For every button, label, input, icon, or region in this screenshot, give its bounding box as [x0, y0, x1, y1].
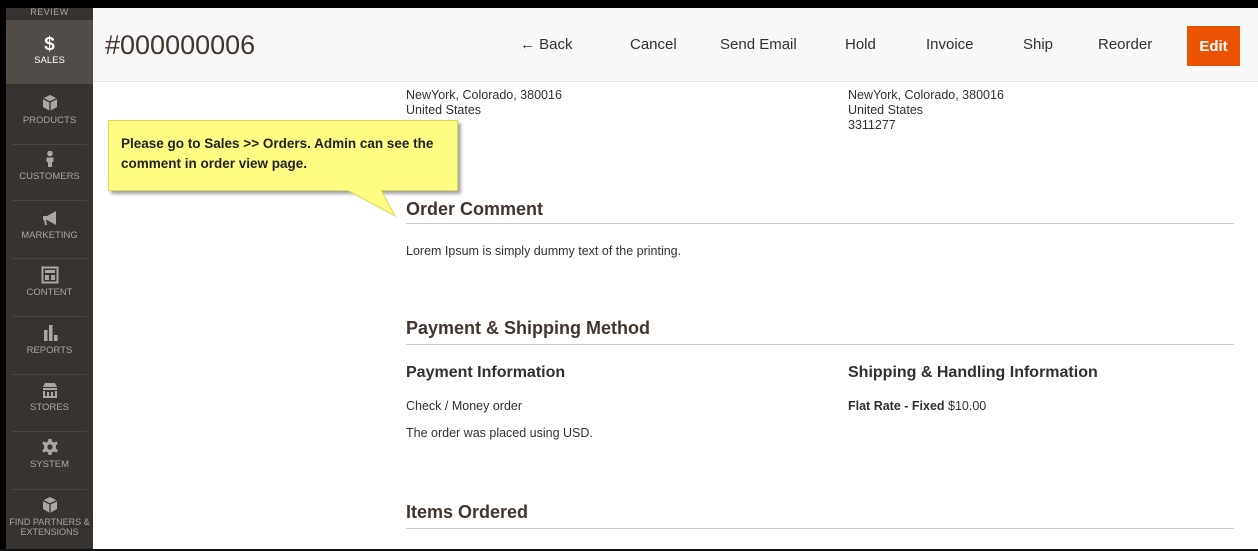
send-email-button[interactable]: Send Email — [720, 36, 797, 53]
shipping-method: Flat Rate - Fixed $10.00 — [848, 399, 986, 413]
sidebar-item-system[interactable]: SYSTEM — [6, 438, 93, 470]
sidebar-item-label: SYSTEM — [29, 459, 70, 470]
edit-button[interactable]: Edit — [1187, 26, 1240, 66]
shipping-address-line: NewYork, Colorado, 380016 — [848, 88, 1004, 102]
payment-method: Check / Money order — [406, 399, 523, 413]
person-icon — [46, 150, 53, 167]
sidebar-item-label: CUSTOMERS — [19, 171, 80, 182]
section-divider — [406, 344, 1234, 345]
cube-icon — [42, 95, 57, 111]
order-comment-text: Lorem Ipsum is simply dummy text of the … — [406, 244, 682, 258]
back-button[interactable]: ← Back — [520, 36, 573, 53]
section-divider — [406, 528, 1234, 529]
sidebar-divider — [12, 144, 87, 145]
hold-button[interactable]: Hold — [845, 36, 876, 53]
sidebar-divider — [12, 374, 87, 375]
sidebar-item-review-label[interactable]: REVIEW — [6, 8, 93, 20]
box-icon — [42, 497, 57, 513]
sidebar-item-label: CONTENT — [26, 287, 73, 298]
billing-address-line: NewYork, Colorado, 380016 — [406, 88, 562, 102]
sidebar-item-label: FIND PARTNERS & EXTENSIONS — [9, 517, 90, 537]
billing-address-line: United States — [406, 103, 482, 117]
reorder-button[interactable]: Reorder — [1098, 36, 1152, 53]
sidebar-divider — [12, 316, 87, 317]
invoice-button[interactable]: Invoice — [926, 36, 974, 53]
page-title: #000000006 — [105, 30, 256, 60]
payment-note: The order was placed using USD. — [406, 426, 593, 440]
annotation-callout: Please go to Sales >> Orders. Admin can … — [108, 120, 458, 191]
dollar-icon: $ — [44, 34, 55, 55]
payment-shipping-title: Payment & Shipping Method — [406, 318, 651, 338]
sidebar-item-sales[interactable]: $ SALES — [6, 20, 93, 84]
shipping-address-phone: 3311277 — [848, 118, 896, 132]
sidebar-divider — [12, 200, 87, 201]
sidebar-item-marketing[interactable]: MARKETING — [6, 209, 93, 241]
sidebar-item-label: PRODUCTS — [22, 115, 77, 126]
layout-icon — [41, 266, 58, 284]
sidebar-item-label: MARKETING — [21, 230, 78, 241]
ship-button[interactable]: Ship — [1023, 36, 1053, 53]
megaphone-icon — [42, 211, 56, 225]
shipping-method-name: Flat Rate - Fixed — [848, 399, 945, 413]
section-divider — [406, 223, 1234, 224]
gear-icon — [41, 439, 58, 455]
shipping-price: $10.00 — [948, 399, 987, 413]
sidebar-item-products[interactable]: PRODUCTS — [6, 94, 93, 126]
admin-sidebar: REVIEW $ SALES PRODUCTS CUSTOMERS MARKET… — [6, 8, 93, 549]
shipping-address: NewYork, Colorado, 380016 United States … — [848, 88, 1004, 133]
bar-chart-icon — [43, 325, 57, 341]
sidebar-item-label: STORES — [30, 402, 69, 413]
order-comment-title: Order Comment — [406, 199, 544, 219]
store-icon — [42, 383, 57, 398]
page-header: #000000006 ← Back Cancel Send Email Hold… — [93, 8, 1258, 82]
cancel-button[interactable]: Cancel — [630, 36, 677, 53]
sidebar-item-reports[interactable]: REPORTS — [6, 324, 93, 356]
shipping-handling-title: Shipping & Handling Information — [848, 364, 1098, 381]
callout-tail — [346, 190, 397, 218]
sidebar-divider — [12, 431, 87, 432]
shipping-address-line: United States — [848, 103, 924, 117]
sidebar-divider — [12, 489, 87, 490]
sidebar-item-label: SALES — [34, 55, 65, 66]
sidebar-divider — [12, 258, 87, 259]
window-frame-top — [0, 0, 1258, 8]
sidebar-item-find-partners[interactable]: FIND PARTNERS & EXTENSIONS — [6, 496, 93, 537]
billing-address: NewYork, Colorado, 380016 United States — [406, 88, 562, 118]
payment-information-title: Payment Information — [406, 364, 566, 381]
items-ordered-title: Items Ordered — [406, 502, 529, 522]
sidebar-item-label: REPORTS — [26, 345, 73, 356]
sidebar-item-stores[interactable]: STORES — [6, 381, 93, 413]
sidebar-item-customers[interactable]: CUSTOMERS — [6, 150, 93, 182]
sidebar-item-content[interactable]: CONTENT — [6, 266, 93, 298]
callout-text: Please go to Sales >> Orders. Admin can … — [121, 136, 434, 171]
